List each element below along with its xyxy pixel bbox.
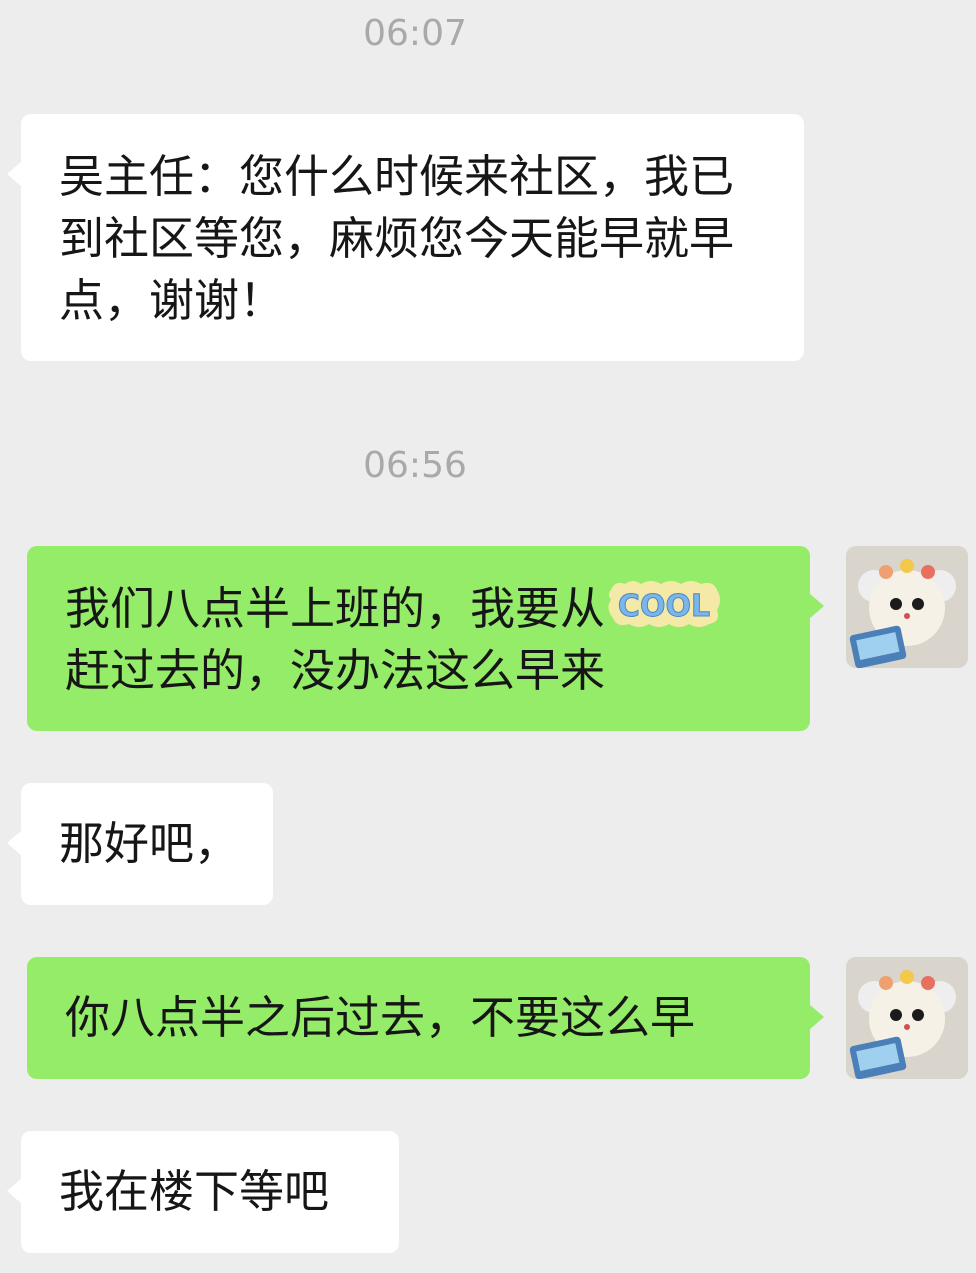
message-text: 我们八点半上班的，我要从 <box>65 582 606 635</box>
incoming-message-bubble[interactable]: 那好吧， <box>7 783 273 905</box>
user-avatar[interactable] <box>846 546 968 668</box>
message-text: 吴主任：您什么时候来社区，我已到社区等您，麻烦您今天能早就早点，谢谢！ <box>59 150 735 327</box>
plush-toy-avatar-icon <box>846 957 968 1079</box>
plush-toy-avatar-icon <box>846 546 968 668</box>
outgoing-message-bubble[interactable]: 你八点半之后过去，不要这么早 <box>27 957 824 1079</box>
cool-sticker-icon: COOL <box>605 576 723 632</box>
message-text: 那好吧， <box>59 817 240 870</box>
message-text: 赶过去的，没办法这么早来 <box>65 644 606 697</box>
incoming-message-bubble[interactable]: 吴主任：您什么时候来社区，我已到社区等您，麻烦您今天能早就早点，谢谢！ <box>7 114 804 361</box>
message-text: 我在楼下等吧 <box>59 1165 330 1218</box>
timestamp: 06:07 <box>363 13 467 54</box>
message-text: 你八点半之后过去，不要这么早 <box>65 991 696 1044</box>
incoming-message-bubble[interactable]: 我在楼下等吧 <box>7 1131 399 1253</box>
user-avatar[interactable] <box>846 957 968 1079</box>
timestamp: 06:56 <box>363 445 467 486</box>
outgoing-message-bubble[interactable]: 我们八点半上班的，我要从 COOL 赶过去的，没办法这么早来 <box>27 546 824 731</box>
sticker-text: COOL <box>618 589 710 624</box>
